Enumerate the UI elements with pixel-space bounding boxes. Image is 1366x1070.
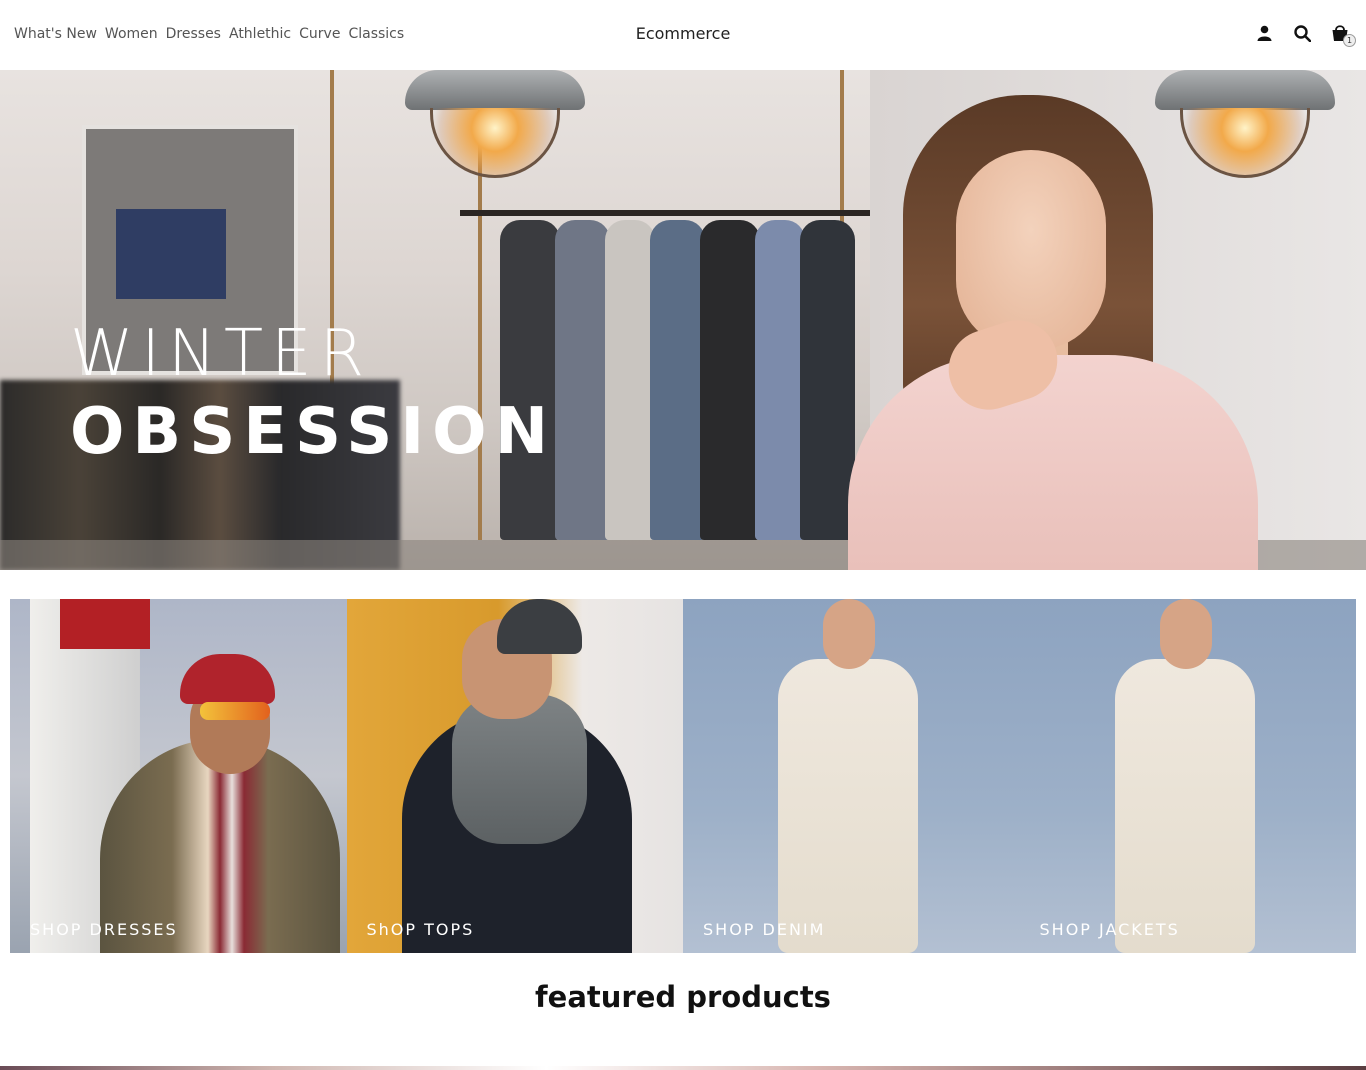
hero-title-line2: OBSESSION bbox=[70, 395, 557, 469]
hero-garment bbox=[555, 220, 610, 540]
brand-logo[interactable]: Ecommerce bbox=[636, 24, 731, 43]
model-beanie bbox=[180, 654, 275, 704]
hero-banner[interactable]: WINTER OBSESSION bbox=[0, 70, 1366, 570]
model-dress bbox=[778, 659, 918, 953]
hero-garment bbox=[800, 220, 855, 540]
hero-garment bbox=[650, 220, 705, 540]
featured-products-heading: featured products bbox=[535, 980, 831, 1014]
model-face bbox=[1159, 599, 1212, 669]
category-label: SHOP DRESSES bbox=[30, 920, 178, 939]
model-beanie bbox=[496, 599, 582, 654]
lighthouse-lamp bbox=[60, 599, 150, 649]
search-icon[interactable] bbox=[1292, 22, 1312, 44]
user-icon[interactable] bbox=[1254, 22, 1274, 44]
model-dress bbox=[1114, 659, 1255, 953]
nav-link-curve[interactable]: Curve bbox=[299, 26, 340, 42]
nav-links: What's New Women Dresses Athlethic Curve… bbox=[14, 26, 404, 42]
nav-link-women[interactable]: Women bbox=[105, 26, 158, 42]
category-label: ShOP TOPS bbox=[366, 920, 475, 939]
category-label: SHOP JACKETS bbox=[1039, 920, 1180, 939]
nav-link-classics[interactable]: Classics bbox=[348, 26, 404, 42]
category-card-jackets[interactable]: SHOP JACKETS bbox=[1019, 599, 1356, 953]
product-row-peek bbox=[0, 1066, 1366, 1070]
category-grid: SHOP DRESSES ShOP TOPS SHOP DENIM SHOP J… bbox=[10, 599, 1356, 953]
cart-icon[interactable]: 1 bbox=[1330, 22, 1356, 47]
top-navigation: What's New Women Dresses Athlethic Curve… bbox=[0, 0, 1366, 70]
hero-lamp bbox=[405, 70, 585, 190]
category-label: SHOP DENIM bbox=[703, 920, 826, 939]
hero-garment bbox=[700, 220, 760, 540]
model-face bbox=[823, 599, 875, 669]
hero-title-line1: WINTER bbox=[70, 317, 373, 391]
hero-title: WINTER OBSESSION bbox=[70, 315, 556, 471]
cart-count-badge: 1 bbox=[1343, 34, 1356, 47]
hero-garment bbox=[605, 220, 655, 540]
category-card-tops[interactable]: ShOP TOPS bbox=[346, 599, 683, 953]
nav-link-whats-new[interactable]: What's New bbox=[14, 26, 97, 42]
nav-icons: 1 bbox=[1254, 22, 1356, 47]
model-sunglasses bbox=[200, 702, 270, 720]
hero-clothes-rail bbox=[460, 210, 870, 216]
category-card-denim[interactable]: SHOP DENIM bbox=[683, 599, 1020, 953]
nav-link-dresses[interactable]: Dresses bbox=[166, 26, 221, 42]
category-card-dresses[interactable]: SHOP DRESSES bbox=[10, 599, 347, 953]
hero-garment bbox=[755, 220, 805, 540]
nav-link-athlethic[interactable]: Athlethic bbox=[229, 26, 291, 42]
hero-model-image bbox=[848, 95, 1258, 570]
